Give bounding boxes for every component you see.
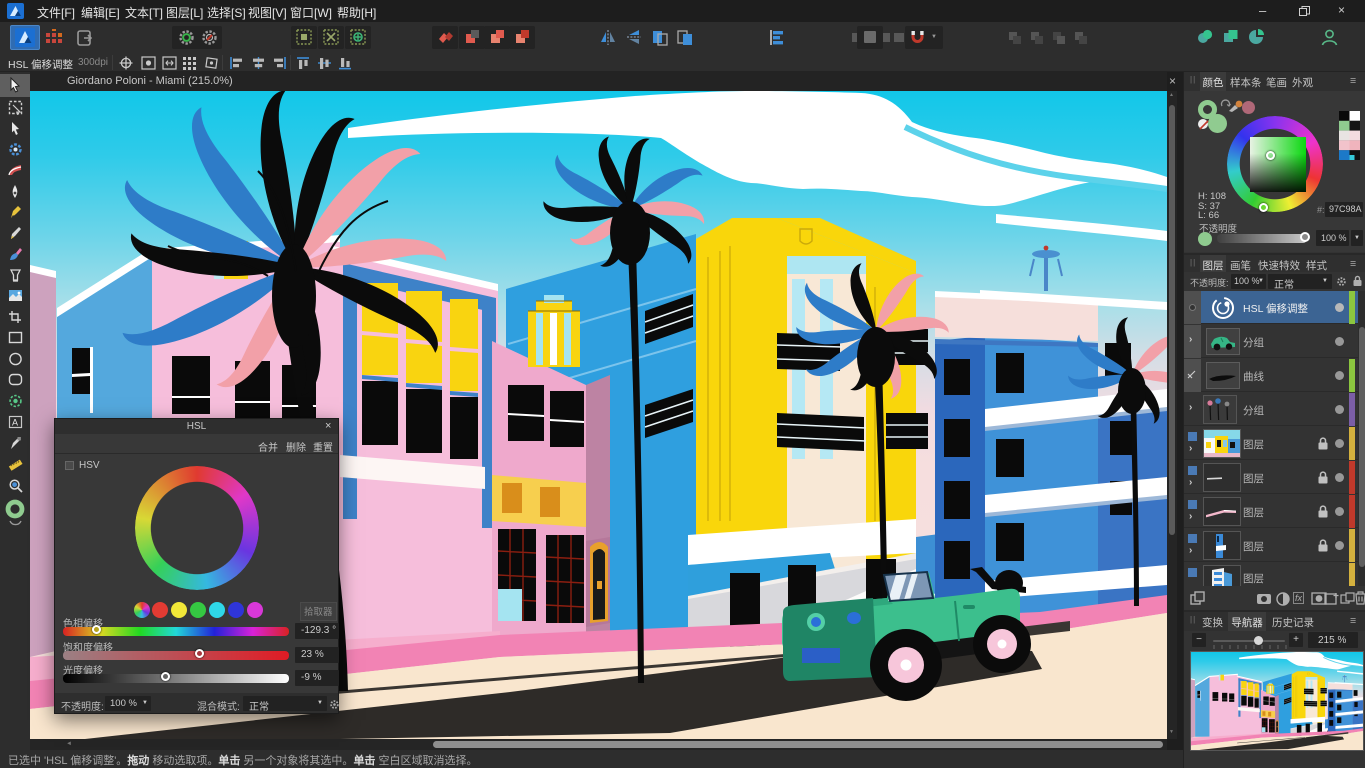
svg-text:A: A <box>12 418 18 428</box>
